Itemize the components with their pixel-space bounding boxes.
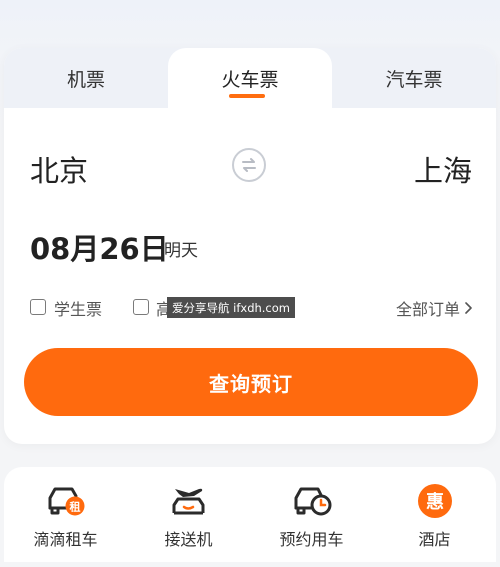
car-rental-badge: 租 [69,501,80,514]
scheduled-car-icon [292,482,332,520]
service-car-rental[interactable]: 租 滴滴租车 [4,467,127,562]
tab-flight[interactable]: 机票 [4,48,168,108]
service-label: 滴滴租车 [33,530,98,549]
service-scheduled-car[interactable]: 预约用车 [250,467,373,562]
service-airport-transfer[interactable]: 接送机 [127,467,250,562]
ticket-type-tabs: 机票 火车票 汽车票 [4,48,496,108]
all-orders-link[interactable]: 全部订单 [396,296,472,320]
service-label: 预约用车 [279,530,344,549]
departure-city[interactable]: 北京 [30,148,88,190]
car-rental-icon: 租 [46,482,86,520]
service-label: 酒店 [418,530,451,549]
second-option-checkbox[interactable] [133,299,149,315]
tab-bus[interactable]: 汽车票 [332,48,496,108]
active-tab-indicator [229,94,265,98]
hotel-badge: 惠 [426,492,444,513]
date-relative-label: 明天 [164,241,198,261]
student-ticket-label[interactable]: 学生票 [54,296,102,320]
swap-cities-button[interactable] [232,148,266,182]
all-orders-label: 全部订单 [395,300,460,319]
chevron-right-icon [465,302,472,314]
service-label: 接送机 [164,530,213,549]
service-hotel[interactable]: 惠 酒店 [373,467,496,562]
swap-arrows-icon [242,158,256,172]
departure-date[interactable]: 08月26日 [30,226,169,268]
student-ticket-checkbox[interactable] [30,299,46,315]
airport-transfer-icon [169,482,209,520]
hotel-discount-icon: 惠 [415,482,455,520]
service-shortcuts: 租 滴滴租车 接送机 预约用车 惠 酒店 [4,467,496,562]
watermark-overlay: 爱分享导航 ifxdh.com [167,297,295,318]
search-booking-button[interactable]: 查询预订 [24,348,478,416]
arrival-city[interactable]: 上海 [414,148,472,190]
tab-train[interactable]: 火车票 [168,48,332,108]
